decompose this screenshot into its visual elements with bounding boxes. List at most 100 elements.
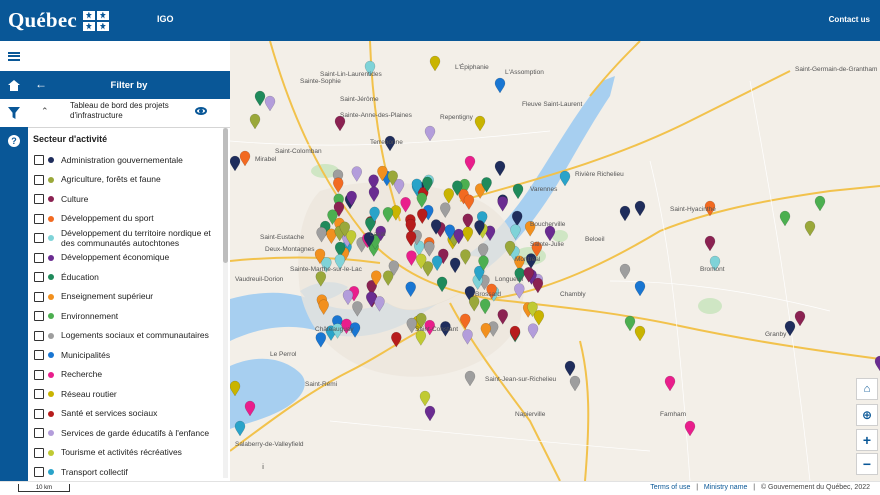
filter-checkbox[interactable] bbox=[34, 252, 44, 263]
filter-checkbox[interactable] bbox=[34, 330, 44, 341]
filter-item[interactable]: Administration gouvernementale bbox=[28, 151, 223, 171]
sector-color-dot bbox=[48, 332, 54, 339]
sector-color-dot bbox=[48, 157, 54, 163]
filter-checkbox[interactable] bbox=[34, 467, 44, 477]
filter-item[interactable]: Développement économique bbox=[28, 249, 223, 269]
filter-panel: ← Filter by ⌃ Tableau de bord des projet… bbox=[28, 71, 230, 481]
place-label: Salaberry-de-Valleyfield bbox=[235, 441, 304, 448]
ministry-link[interactable]: Ministry name bbox=[704, 484, 748, 491]
fleur-de-lis-flag-icon bbox=[82, 10, 109, 31]
filter-checkbox[interactable] bbox=[34, 350, 44, 360]
footer-links: Terms of use | Ministry name | © Gouvern… bbox=[650, 484, 870, 491]
sector-color-dot bbox=[48, 449, 54, 456]
place-label: Châteauguay bbox=[315, 326, 354, 333]
filter-item[interactable]: Éducation bbox=[28, 268, 223, 288]
filter-checkbox[interactable] bbox=[34, 389, 44, 399]
filter-item[interactable]: Environnement bbox=[28, 307, 223, 327]
place-label: Sainte-Marthe-sur-le-Lac bbox=[290, 266, 363, 273]
filter-item-label: Services de garde éducatifs à l'enfance bbox=[61, 427, 210, 438]
place-label: Napierville bbox=[515, 411, 546, 418]
filter-panel-header: ← Filter by bbox=[28, 71, 230, 99]
help-button[interactable]: ? bbox=[0, 127, 28, 155]
contact-us-link[interactable]: Contact us bbox=[829, 15, 870, 24]
place-label: Brossard bbox=[475, 291, 501, 298]
filter-item-label: Développement économique bbox=[61, 252, 170, 263]
filter-item[interactable]: Réseau routier bbox=[28, 385, 223, 405]
place-label: Saint-Jean-sur-Richelieu bbox=[485, 376, 557, 383]
scale-bar: 10 km bbox=[18, 484, 70, 492]
filter-item[interactable]: Tourisme et activités récréatives bbox=[28, 444, 223, 464]
zoom-out-button[interactable]: − bbox=[856, 453, 878, 475]
attribution-info-icon[interactable]: i bbox=[258, 464, 268, 474]
home-button[interactable] bbox=[0, 71, 28, 99]
place-label: Saint-Hyacinthe bbox=[670, 206, 716, 213]
filter-item[interactable]: Enseignement supérieur bbox=[28, 288, 223, 308]
sector-color-dot bbox=[48, 352, 54, 358]
filter-item[interactable]: Développement du territoire nordique et … bbox=[28, 228, 223, 249]
place-label: Granby bbox=[765, 331, 787, 338]
sector-color-dot bbox=[48, 391, 54, 397]
sector-color-dot bbox=[48, 313, 54, 319]
place-label: Sainte-Anne-des-Plaines bbox=[340, 112, 413, 119]
filter-checkbox[interactable] bbox=[34, 408, 44, 419]
sector-color-dot bbox=[48, 196, 54, 202]
filter-item-label: Tourisme et activités récréatives bbox=[61, 447, 182, 458]
panel-scrollbar[interactable] bbox=[223, 128, 228, 478]
filter-button[interactable] bbox=[0, 99, 28, 127]
filter-checkbox[interactable] bbox=[34, 447, 44, 458]
filter-checkbox[interactable] bbox=[34, 213, 44, 224]
filter-checkbox[interactable] bbox=[34, 233, 44, 243]
home-extent-button[interactable]: ⌂ bbox=[856, 378, 878, 400]
place-label: L'Assomption bbox=[505, 69, 544, 76]
filter-item[interactable]: Développement du sport bbox=[28, 210, 223, 230]
menu-button[interactable] bbox=[0, 41, 28, 71]
place-label: Saint-Rémi bbox=[305, 381, 337, 388]
filter-checkbox[interactable] bbox=[34, 272, 44, 282]
filter-checkbox[interactable] bbox=[34, 291, 44, 302]
minus-icon: − bbox=[862, 456, 872, 472]
chevron-up-icon[interactable]: ⌃ bbox=[41, 106, 49, 117]
place-labels: Saint-Lin-Laurentides L'Épiphanie L'Assomp… bbox=[235, 62, 877, 448]
scrollbar-thumb[interactable] bbox=[223, 128, 228, 263]
sector-color-dot bbox=[48, 274, 54, 280]
geolocate-button[interactable]: ⊕ bbox=[856, 404, 878, 426]
filter-item[interactable]: Agriculture, forêts et faune bbox=[28, 171, 223, 191]
place-label: Saint-Germain-de-Grantham bbox=[795, 66, 877, 73]
filter-item[interactable]: Recherche bbox=[28, 366, 223, 386]
zoom-in-button[interactable]: + bbox=[856, 429, 878, 451]
filter-checkbox[interactable] bbox=[34, 369, 44, 380]
sector-list: Administration gouvernementale Agricultur… bbox=[28, 151, 223, 483]
filter-item[interactable]: Transport collectif bbox=[28, 463, 223, 483]
sector-color-dot bbox=[48, 430, 54, 436]
map-view[interactable]: Saint-Lin-Laurentides L'Épiphanie L'Assomp… bbox=[230, 41, 880, 481]
filter-icon bbox=[8, 107, 20, 119]
filter-item-label: Éducation bbox=[61, 271, 99, 282]
filter-checkbox[interactable] bbox=[34, 194, 44, 204]
back-arrow-icon[interactable]: ← bbox=[35, 78, 47, 90]
visibility-eye-icon[interactable] bbox=[195, 107, 207, 115]
quebec-logo[interactable]: Québec bbox=[8, 8, 109, 33]
filter-item-label: Santé et services sociaux bbox=[61, 408, 158, 419]
filter-checkbox[interactable] bbox=[34, 311, 44, 321]
filter-item-label: Agriculture, forêts et faune bbox=[61, 174, 161, 185]
filter-item[interactable]: Logements sociaux et communautaires bbox=[28, 327, 223, 347]
sector-color-dot bbox=[48, 410, 54, 417]
place-label: L'Épiphanie bbox=[455, 62, 489, 71]
filter-item-label: Recherche bbox=[61, 369, 103, 380]
filter-checkbox[interactable] bbox=[34, 155, 44, 165]
filter-item[interactable]: Culture bbox=[28, 190, 223, 210]
filter-item[interactable]: Services de garde éducatifs à l'enfance bbox=[28, 424, 223, 444]
layer-row[interactable]: ⌃ Tableau de bord des projets d'infrastr… bbox=[28, 99, 230, 128]
place-label: Sainte-Julie bbox=[530, 241, 564, 248]
filter-checkbox[interactable] bbox=[34, 428, 44, 438]
filter-checkbox[interactable] bbox=[34, 174, 44, 185]
place-label: Sainte-Sophie bbox=[300, 78, 341, 85]
sector-title: Secteur d'activité bbox=[33, 134, 108, 144]
place-label: Beloeil bbox=[585, 236, 605, 243]
filter-item[interactable]: Santé et services sociaux bbox=[28, 405, 223, 425]
terms-link[interactable]: Terms of use bbox=[650, 484, 690, 491]
place-label: Bromont bbox=[700, 266, 725, 273]
plus-icon: + bbox=[862, 432, 872, 448]
filter-item[interactable]: Municipalités bbox=[28, 346, 223, 366]
place-label: Longueuil bbox=[495, 276, 524, 283]
